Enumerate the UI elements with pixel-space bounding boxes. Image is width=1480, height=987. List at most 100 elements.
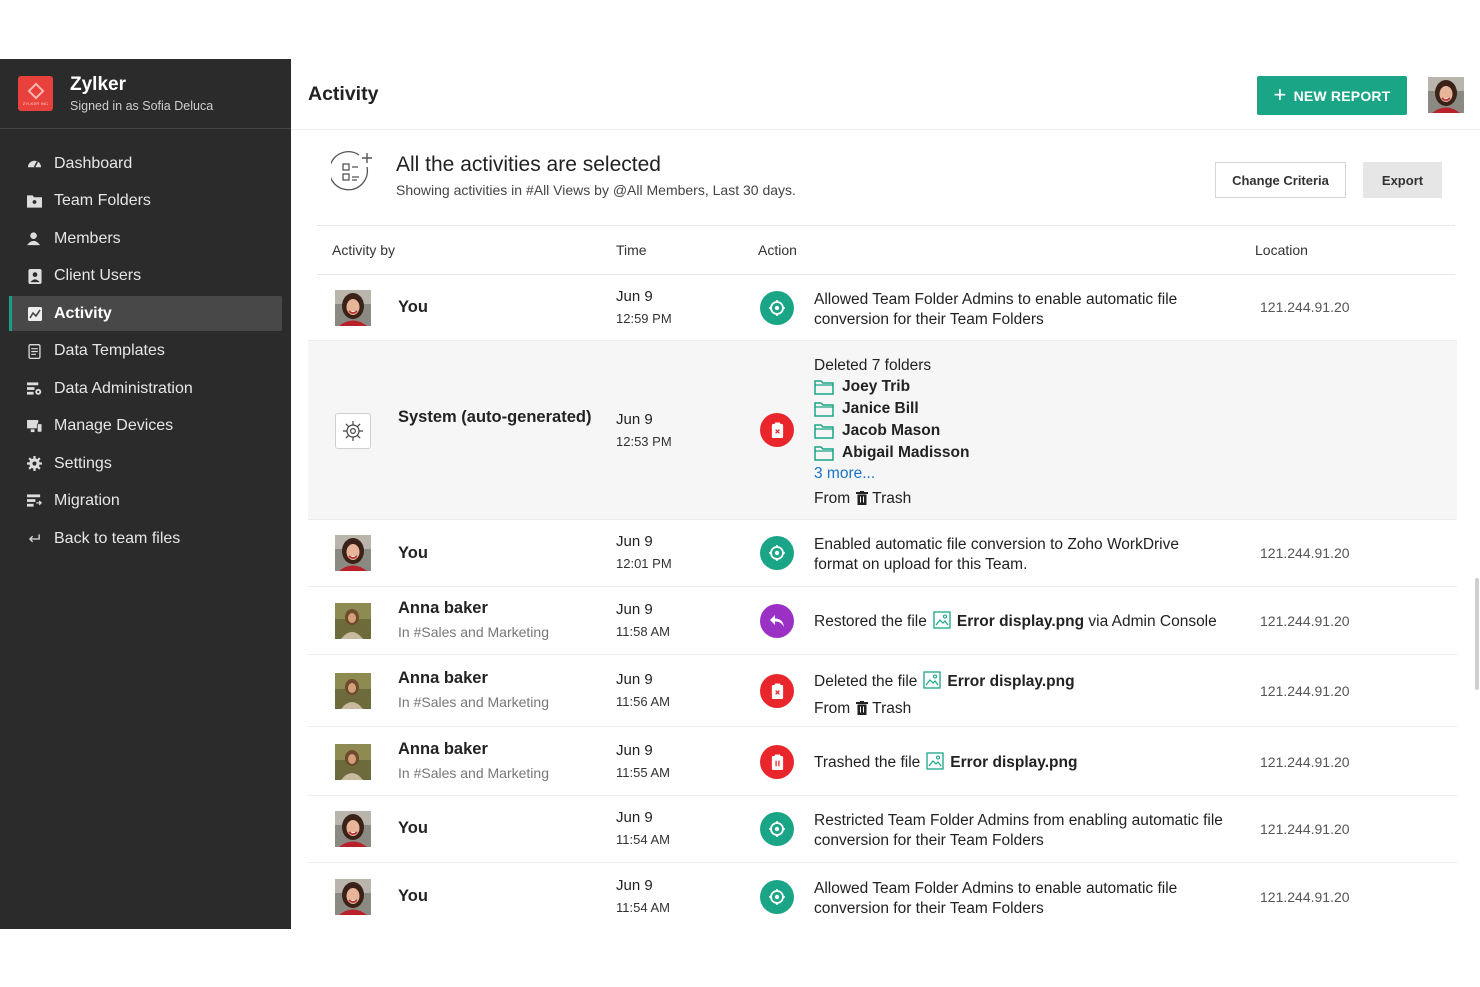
folder-icon xyxy=(814,401,834,417)
image-file-icon xyxy=(933,611,951,629)
activity-date: Jun 9 xyxy=(616,288,653,305)
sidebar-item-data-administration[interactable]: Data Administration xyxy=(9,371,282,406)
activity-time: 11:54 AM xyxy=(616,832,670,847)
folder-item[interactable]: Abigail Madisson xyxy=(814,442,1224,464)
signed-in-label: Signed in as Sofia Deluca xyxy=(70,99,214,113)
plus-icon: + xyxy=(1273,81,1287,107)
table-row[interactable]: Anna baker In #Sales and Marketing Jun 9… xyxy=(308,587,1457,655)
data-administration-icon xyxy=(27,381,42,396)
activity-description: Deleted 7 folders Joey Trib Janice Bill … xyxy=(814,356,1224,509)
team-folders-icon xyxy=(27,194,42,209)
table-row[interactable]: You Jun 9 11:54 AM Restricted Team Folde… xyxy=(308,796,1457,863)
summary-title: All the activities are selected xyxy=(396,153,661,176)
table-row[interactable]: You Jun 9 12:01 PM Enabled automatic fil… xyxy=(308,520,1457,587)
scrollbar-thumb[interactable] xyxy=(1475,578,1479,690)
table-row[interactable]: Anna baker In #Sales and Marketing Jun 9… xyxy=(308,655,1457,727)
new-report-button[interactable]: + NEW REPORT xyxy=(1257,76,1407,115)
sidebar-item-settings[interactable]: Settings xyxy=(9,446,282,481)
activity-time: 12:59 PM xyxy=(616,311,672,326)
folder-icon xyxy=(814,423,834,439)
dashboard-icon xyxy=(27,156,42,171)
sidebar-item-manage-devices[interactable]: Manage Devices xyxy=(9,409,282,444)
system-gear-icon xyxy=(335,413,371,449)
avatar xyxy=(335,673,371,709)
folder-icon xyxy=(814,379,834,395)
activity-location: 121.244.91.20 xyxy=(1260,299,1350,315)
activity-location: 121.244.91.20 xyxy=(1260,821,1350,837)
file-link[interactable]: Error display.png xyxy=(947,673,1074,690)
table-row[interactable]: Anna baker In #Sales and Marketing Jun 9… xyxy=(308,727,1457,796)
activity-date: Jun 9 xyxy=(616,877,653,894)
activity-user: System (auto-generated) xyxy=(398,408,592,426)
settings-icon xyxy=(27,456,42,471)
from-label: From xyxy=(814,699,851,717)
activity-location: 121.244.91.20 xyxy=(1260,683,1350,699)
activity-user: You xyxy=(398,298,428,316)
column-action: Action xyxy=(758,242,797,258)
image-file-icon xyxy=(926,752,944,770)
folder-item[interactable]: Jacob Mason xyxy=(814,420,1224,442)
file-conversion-icon xyxy=(760,536,794,570)
avatar xyxy=(335,744,371,780)
activity-description: Restricted Team Folder Admins from enabl… xyxy=(814,812,1223,849)
brand-header[interactable]: ZYLKER INC Zylker Signed in as Sofia Del… xyxy=(0,59,291,129)
sidebar-item-label: Manage Devices xyxy=(54,417,174,434)
export-button[interactable]: Export xyxy=(1363,162,1442,198)
sidebar-item-dashboard[interactable]: Dashboard xyxy=(9,146,282,181)
sidebar-item-activity[interactable]: Activity xyxy=(9,296,282,331)
avatar xyxy=(335,879,371,915)
avatar xyxy=(335,603,371,639)
activity-time: 11:56 AM xyxy=(616,694,670,709)
file-link[interactable]: Error display.png xyxy=(957,613,1084,630)
activity-icon xyxy=(27,306,42,321)
activity-user: Anna baker xyxy=(398,740,488,758)
activity-date: Jun 9 xyxy=(616,742,653,759)
folder-item[interactable]: Joey Trib xyxy=(814,376,1224,398)
activity-user: You xyxy=(398,819,428,837)
sidebar-item-data-templates[interactable]: Data Templates xyxy=(9,334,282,369)
delete-icon xyxy=(760,413,794,447)
table-row[interactable]: You Jun 9 12:59 PM Allowed Team Folder A… xyxy=(308,275,1457,341)
trash-icon xyxy=(760,745,794,779)
column-activity-by: Activity by xyxy=(332,242,396,258)
sidebar-item-label: Data Templates xyxy=(54,342,165,359)
file-conversion-icon xyxy=(760,880,794,914)
sidebar-item-label: Migration xyxy=(54,492,120,509)
activity-description: Enabled automatic file conversion to Zoh… xyxy=(814,536,1179,573)
delete-icon xyxy=(760,674,794,708)
table-row[interactable]: You Jun 9 11:54 AM Allowed Team Folder A… xyxy=(308,863,1457,929)
activity-user: You xyxy=(398,887,428,905)
activity-description: Allowed Team Folder Admins to enable aut… xyxy=(814,880,1178,917)
sidebar-item-label: Dashboard xyxy=(54,154,133,172)
back-icon xyxy=(27,531,42,546)
file-link[interactable]: Error display.png xyxy=(950,754,1077,771)
table-row[interactable]: System (auto-generated) Jun 9 12:53 PM D… xyxy=(308,341,1457,520)
sidebar-item-back-to-team-files[interactable]: Back to team files xyxy=(9,521,282,556)
activity-location: 121.244.91.20 xyxy=(1260,613,1350,629)
activity-time: 11:54 AM xyxy=(616,900,670,915)
top-bar: Activity + NEW REPORT xyxy=(291,59,1480,130)
activity-location: 121.244.91.20 xyxy=(1260,754,1350,770)
new-report-label: NEW REPORT xyxy=(1293,87,1391,104)
sidebar-item-label: Back to team files xyxy=(54,529,181,547)
trash-icon xyxy=(856,701,868,715)
sidebar-item-migration[interactable]: Migration xyxy=(9,484,282,519)
more-folders-link[interactable]: 3 more... xyxy=(814,464,1224,484)
migration-icon xyxy=(27,494,42,509)
activity-user: Anna baker xyxy=(398,669,488,687)
sidebar-item-team-folders[interactable]: Team Folders xyxy=(9,184,282,219)
change-criteria-button[interactable]: Change Criteria xyxy=(1215,162,1346,198)
avatar xyxy=(335,811,371,847)
activity-team: In #Sales and Marketing xyxy=(398,624,549,640)
activity-date: Jun 9 xyxy=(616,411,653,428)
brand-logo: ZYLKER INC xyxy=(18,76,53,111)
user-avatar[interactable] xyxy=(1428,77,1464,113)
restore-icon xyxy=(760,604,794,638)
sidebar-item-client-users[interactable]: Client Users xyxy=(9,259,282,294)
folder-item[interactable]: Janice Bill xyxy=(814,398,1224,420)
activity-date: Jun 9 xyxy=(616,601,653,618)
sidebar-item-members[interactable]: Members xyxy=(9,221,282,256)
main-content: Activity + NEW REPORT All the activities… xyxy=(291,59,1480,929)
activity-user: Anna baker xyxy=(398,599,488,617)
activity-description: Restored the file Error display.png via A… xyxy=(814,611,1217,630)
